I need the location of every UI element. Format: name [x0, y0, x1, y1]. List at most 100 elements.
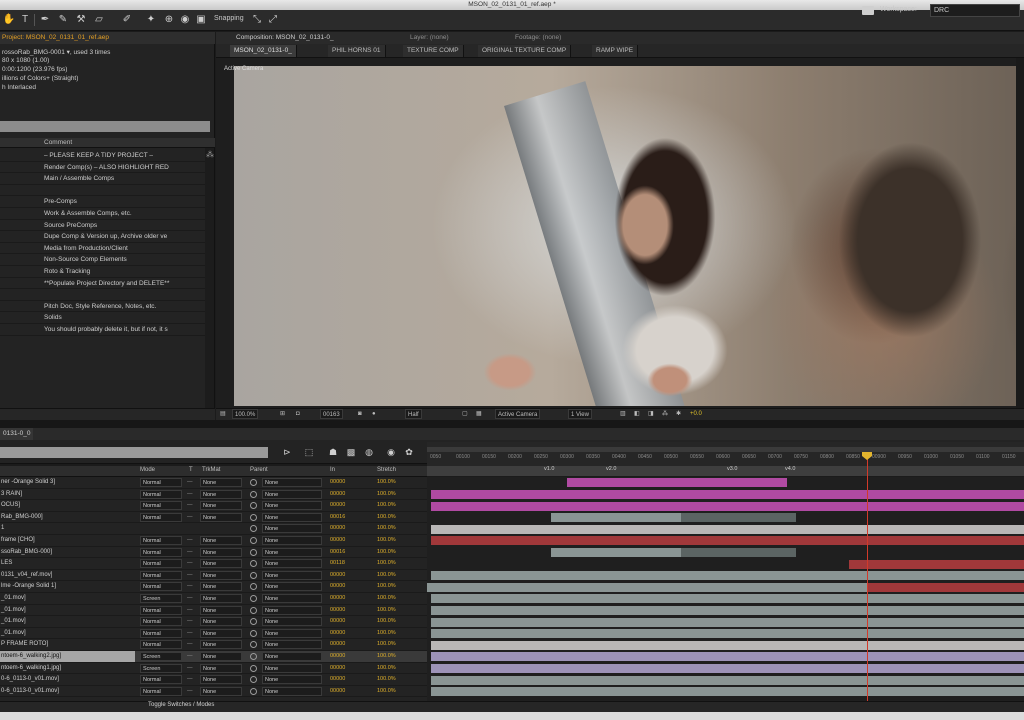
track-matte-select[interactable]: None — [200, 640, 242, 650]
layer-row[interactable]: _01.mov] Normal — None None 00000 100.0% — [0, 628, 427, 640]
parent-select[interactable]: None — [262, 594, 322, 603]
layer-name[interactable]: ssoRab_BMG-000] — [0, 547, 135, 558]
layer-in-point[interactable]: 00000 — [330, 664, 370, 673]
layer-in-point[interactable]: 00000 — [330, 501, 370, 510]
parent-select[interactable]: None — [262, 524, 322, 534]
parent-select[interactable]: None — [262, 663, 322, 673]
viewer-scrollbar[interactable] — [1016, 58, 1024, 408]
layer-duration-bar[interactable] — [427, 582, 867, 592]
layer-stretch[interactable]: 100.0% — [377, 501, 417, 510]
parent-select[interactable]: None — [262, 628, 322, 638]
parent-select[interactable]: None — [262, 675, 322, 685]
project-item-row[interactable]: Pre-Comps — [0, 196, 205, 208]
magnification-select[interactable]: 100.0% — [232, 409, 259, 419]
parent-select[interactable]: None — [262, 570, 322, 580]
comp-marker[interactable]: v2.0 — [606, 466, 616, 472]
layer-in-point[interactable]: 00000 — [330, 640, 370, 649]
layer-name[interactable]: _01.mov] — [0, 628, 135, 639]
comp-marker[interactable]: v1.0 — [544, 466, 554, 472]
stretch-column-header[interactable]: Stretch — [377, 467, 396, 473]
layer-mode-select[interactable]: Screen — [140, 663, 182, 673]
parent-pickwhip-icon[interactable] — [250, 676, 257, 684]
preserve-transparency-toggle[interactable]: — — [187, 582, 197, 591]
project-item-row[interactable]: **Populate Project Directory and DELETE*… — [0, 278, 205, 290]
track-matte-select[interactable]: None — [200, 559, 242, 569]
parent-select[interactable]: None — [262, 582, 322, 592]
track-matte-select[interactable]: None — [200, 617, 242, 627]
mode-column-header[interactable]: Mode — [140, 467, 155, 473]
layer-panel-label[interactable]: Layer: (none) — [410, 32, 449, 44]
layer-duration-bar[interactable] — [431, 675, 1024, 685]
layer-mode-select[interactable]: Normal — [140, 617, 182, 627]
pen-tool-icon[interactable]: ✒ — [38, 13, 52, 27]
project-item-row[interactable]: Render Comp(s) – ALSO HIGHLIGHT RED — [0, 162, 205, 174]
layer-row[interactable]: 0-6_0113-0_v01.mov] Normal — None None 00000 1… — [0, 674, 427, 686]
layer-mode-select[interactable]: Normal — [140, 512, 182, 522]
preserve-transparency-toggle[interactable]: — — [187, 571, 197, 580]
parent-pickwhip-icon[interactable] — [250, 537, 257, 544]
layer-duration-bar[interactable] — [431, 640, 1024, 650]
layer-row[interactable]: 0-6_0113-0_v01.mov] Normal — None None 00000 1… — [0, 686, 427, 698]
layer-in-point[interactable]: 00016 — [330, 548, 370, 557]
layer-duration-bar[interactable] — [551, 513, 681, 523]
project-item-row[interactable]: Main / Assemble Comps — [0, 173, 205, 185]
project-item-row[interactable]: Solids — [0, 312, 205, 324]
track-matte-select[interactable]: None — [200, 489, 242, 499]
flowchart-icon[interactable]: ⁂ — [662, 409, 668, 419]
frame-blending-icon[interactable]: ▩ — [344, 447, 358, 458]
track-matte-select[interactable]: None — [200, 652, 242, 661]
work-area-bar[interactable] — [427, 466, 1024, 476]
time-navigator[interactable] — [427, 447, 1024, 452]
layer-row[interactable]: 3 RAIN] Normal — None None 00000 100.0% — [0, 489, 427, 501]
layer-row[interactable]: OCUS] Normal — None None 00000 100.0% — [0, 500, 427, 512]
layer-duration-bar[interactable] — [431, 605, 1024, 615]
layer-name[interactable]: _01.mov] — [0, 593, 135, 604]
layer-in-point[interactable]: 00000 — [330, 675, 370, 684]
parent-pickwhip-icon[interactable] — [250, 595, 257, 602]
parent-select[interactable]: None — [262, 547, 322, 557]
layer-in-point[interactable]: 00000 — [330, 478, 370, 487]
shy-layers-icon[interactable]: ☗ — [326, 447, 340, 458]
parent-pickwhip-icon[interactable] — [250, 502, 257, 510]
timeline-tab[interactable]: 0131-0_0 — [0, 428, 34, 440]
comp-marker[interactable]: v4.0 — [785, 466, 795, 472]
layer-name[interactable]: P FRAME ROTO] — [0, 639, 135, 650]
layer-mode-select[interactable]: Normal — [140, 547, 182, 557]
layer-duration-bar[interactable] — [681, 547, 796, 557]
layer-stretch[interactable]: 100.0% — [377, 478, 417, 487]
track-matte-select[interactable]: None — [200, 536, 242, 545]
layer-duration-bar[interactable] — [849, 559, 1024, 569]
layer-name[interactable]: 1 — [0, 523, 135, 534]
world-axis-icon[interactable]: ◉ — [178, 13, 192, 27]
channel-icon[interactable]: ● — [372, 409, 376, 419]
layer-in-point[interactable]: 00000 — [330, 617, 370, 626]
layer-in-point[interactable]: 00016 — [330, 513, 370, 522]
layer-name[interactable]: 3 RAIN] — [0, 489, 135, 500]
parent-select[interactable]: None — [262, 478, 322, 487]
eraser-tool-icon[interactable]: ▱ — [92, 13, 106, 27]
layer-row[interactable]: ntoem-6_walking2.jpg] Screen — None None 0000… — [0, 651, 427, 663]
project-flowchart-icon[interactable]: ⁂ — [206, 150, 214, 160]
preserve-transparency-toggle[interactable]: — — [187, 490, 197, 499]
track-matte-select[interactable]: None — [200, 478, 242, 487]
layer-duration-bar[interactable] — [551, 547, 681, 557]
parent-pickwhip-icon[interactable] — [250, 479, 257, 486]
text-tool-icon[interactable]: T — [18, 13, 32, 27]
parent-pickwhip-icon[interactable] — [250, 606, 257, 614]
layer-in-point[interactable]: 00000 — [330, 594, 370, 603]
layer-mode-select[interactable]: Normal — [140, 478, 182, 487]
layer-row[interactable]: 1 None 00000 100.0% — [0, 523, 427, 535]
track-matte-select[interactable]: None — [200, 663, 242, 673]
live-update-icon[interactable]: ⊳ — [280, 447, 294, 458]
layer-mode-select[interactable]: Normal — [140, 628, 182, 638]
layer-name[interactable]: Rab_BMG-000] — [0, 512, 135, 523]
snapping-icon[interactable]: ⤡ — [250, 13, 264, 27]
tab-texture-comp[interactable]: TEXTURE COMP — [403, 45, 464, 57]
layer-mode-select[interactable]: Normal — [140, 675, 182, 685]
layer-stretch[interactable]: 100.0% — [377, 617, 417, 626]
parent-select[interactable]: None — [262, 559, 322, 569]
preserve-transparency-toggle[interactable]: — — [187, 664, 197, 673]
layer-row[interactable]: frame [CHO] Normal — None None 00000 100.0% — [0, 535, 427, 547]
layer-duration-bar[interactable] — [681, 513, 796, 523]
parent-select[interactable]: None — [262, 686, 322, 696]
